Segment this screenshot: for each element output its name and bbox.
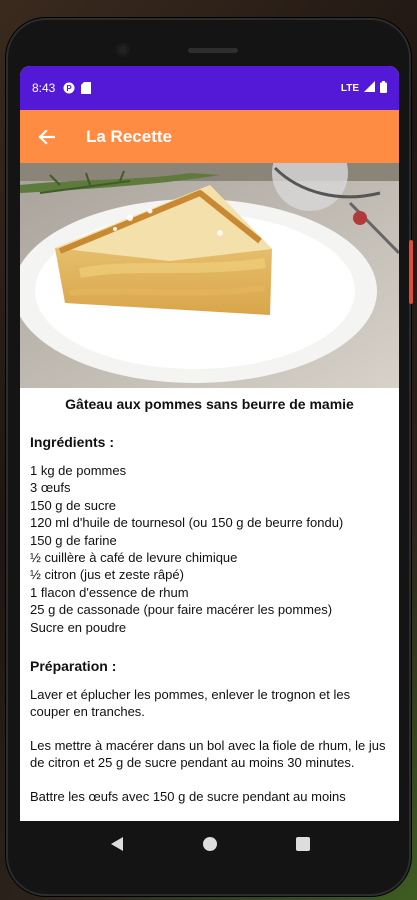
ingredient-item: ½ citron (jus et zeste râpé)	[30, 567, 184, 583]
ingredient-item: 1 kg de pommes	[30, 463, 127, 478]
ingredient-item: 150 g de farine	[30, 532, 117, 548]
ingredients-list: 1 kg de pommes 3 œufs 150 g de sucre 120…	[30, 462, 389, 636]
status-time: 8:43	[32, 81, 56, 95]
ingredient-item: 25 g de cassonade (pour faire macérer le…	[30, 602, 333, 618]
ingredient-item: 3 œufs	[30, 480, 71, 496]
recipe-title: Gâteau aux pommes sans beurre de mamie	[65, 396, 354, 412]
svg-text:P: P	[67, 84, 73, 93]
screen: 8:43 P LTE La Recette Gâteau aux pommes …	[20, 66, 399, 854]
sd-card-icon	[81, 82, 92, 94]
preparation-step: Laver et éplucher les pommes, enlever le…	[30, 687, 351, 720]
ingredient-item: 150 g de sucre	[30, 497, 117, 513]
preparation-steps: Laver et éplucher les pommes, enlever le…	[30, 686, 389, 805]
ingredients-heading: Ingrédients :	[30, 434, 115, 450]
back-triangle-icon[interactable]	[106, 833, 128, 855]
ingredient-item: 120 ml d'huile de tournesol (ou 150 g de…	[30, 515, 344, 531]
network-type: LTE	[340, 82, 359, 94]
battery-icon	[380, 80, 387, 96]
preparation-step: Battre les œufs avec 150 g de sucre pend…	[30, 789, 346, 805]
status-bar: 8:43 P LTE	[20, 66, 399, 110]
preparation-heading: Préparation :	[30, 658, 117, 675]
recents-square-icon[interactable]	[292, 833, 314, 855]
signal-icon	[364, 81, 375, 95]
ingredient-item: 1 flacon d'essence de rhum	[30, 584, 189, 600]
arrow-left-icon[interactable]	[34, 125, 58, 149]
ingredient-item: Sucre en poudre	[30, 619, 127, 635]
ingredient-item: ½ cuillère à café de levure chimique	[30, 550, 238, 566]
app-title: La Recette	[86, 126, 172, 146]
recipe-image	[20, 163, 399, 388]
status-right: LTE	[340, 80, 387, 96]
notification-p-icon: P	[63, 82, 75, 94]
recipe-content: Gâteau aux pommes sans beurre de mamie I…	[20, 396, 399, 805]
power-button[interactable]	[409, 240, 413, 304]
preparation-step: Les mettre à macérer dans un bol avec la…	[30, 738, 386, 771]
earpiece-speaker	[188, 48, 238, 53]
system-nav-bar	[20, 821, 399, 867]
home-circle-icon[interactable]	[199, 833, 221, 855]
front-camera	[116, 43, 130, 57]
app-bar: La Recette	[20, 110, 399, 163]
